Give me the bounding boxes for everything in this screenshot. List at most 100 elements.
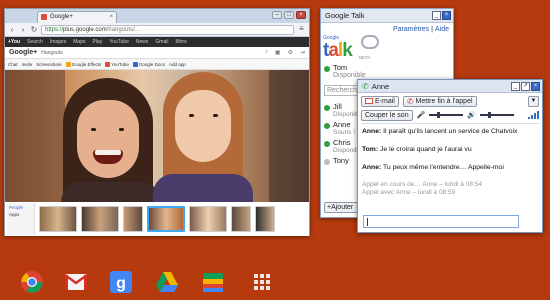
gmail-icon[interactable]: [64, 270, 88, 294]
talk-window-controls: _ ×: [432, 11, 451, 20]
gbar-item[interactable]: Gmail: [155, 39, 168, 45]
app-shelf: g: [0, 262, 550, 300]
gbar-item[interactable]: Images: [50, 39, 66, 45]
online-status-icon: [324, 105, 330, 111]
chat-window-controls: _ ↗ ×: [511, 82, 540, 91]
hangout-chat-button[interactable]: Chat: [8, 62, 18, 67]
camera-icon[interactable]: ▣: [275, 49, 281, 56]
chat-message: Tom: Je le croirai quand je l'aurai vu: [362, 145, 538, 154]
wrench-icon[interactable]: ≡: [297, 25, 306, 34]
chat-message-input[interactable]: [363, 215, 519, 228]
drive-icon[interactable]: [155, 270, 179, 294]
close-tab-icon[interactable]: ×: [109, 12, 113, 22]
reload-icon[interactable]: ↻: [30, 25, 38, 34]
gplus-page-title: Hangouts: [41, 49, 63, 56]
participant-thumbnail-active[interactable]: [147, 206, 185, 232]
gbar-item[interactable]: YouTube: [109, 39, 129, 45]
address-bar[interactable]: https://plus.google.com/hangouts/...: [41, 24, 294, 35]
web-store-icon[interactable]: [201, 270, 225, 294]
chat-window: ✆ Anne _ ↗ × E-mail ✆ Mettre fin à l'app…: [357, 79, 543, 233]
talk-logo-beta: BETA: [359, 55, 371, 60]
google-search-icon[interactable]: g: [109, 270, 133, 294]
chat-contact-name: Anne: [371, 81, 390, 91]
add-contact-button[interactable]: +Ajouter: [324, 202, 358, 213]
exit-icon[interactable]: ⇥: [300, 49, 305, 56]
gplus-logo[interactable]: Google+: [9, 49, 37, 56]
talk-title-bar: Google Talk _ ×: [321, 9, 453, 23]
popout-icon[interactable]: ↗: [521, 82, 530, 91]
speaker-volume-slider[interactable]: [480, 112, 515, 118]
settings-icon[interactable]: ⚙: [288, 49, 293, 56]
settings-link[interactable]: Paramètres: [393, 26, 429, 33]
minimize-icon[interactable]: _: [432, 11, 441, 20]
message-sender: Tom:: [362, 146, 379, 153]
talk-title: Google Talk: [325, 11, 365, 20]
gbar-item[interactable]: +You: [8, 39, 20, 45]
hangout-docs-button[interactable]: Google Docs: [132, 61, 165, 67]
strip-apps-tab[interactable]: Apps: [9, 212, 32, 217]
mic-icon[interactable]: ♪: [265, 49, 268, 56]
chrome-icon[interactable]: [20, 270, 44, 294]
app-launcher-icon[interactable]: [251, 271, 273, 293]
minimize-icon[interactable]: –: [272, 11, 282, 19]
browser-tab[interactable]: Google+ ×: [37, 11, 117, 23]
forward-icon[interactable]: ›: [19, 25, 27, 34]
hangout-youtube-button[interactable]: YouTube: [105, 61, 129, 67]
participant-thumbnail[interactable]: [81, 206, 119, 232]
gbar-item[interactable]: Maps: [73, 39, 85, 45]
minimize-icon[interactable]: _: [511, 82, 520, 91]
gbar-item[interactable]: Play: [92, 39, 102, 45]
video-feed: [5, 70, 309, 202]
back-icon[interactable]: ‹: [8, 25, 16, 34]
hangout-invite-button[interactable]: Invite: [22, 62, 33, 67]
hangout-screenshare-button[interactable]: Screenshare: [36, 62, 62, 67]
call-controls: Couper le son 🎤 🔊: [358, 109, 542, 121]
gbar-item[interactable]: More: [175, 39, 186, 45]
gbar-item[interactable]: Search: [27, 39, 43, 45]
my-status-text[interactable]: Disponible: [333, 72, 453, 79]
browser-tabbar: Google+ × – □ ×: [5, 9, 309, 23]
participant-thumbnail[interactable]: [255, 206, 275, 232]
url-scheme: https://: [45, 26, 64, 33]
strip-people-tab[interactable]: People: [9, 205, 32, 210]
gplus-header-icons: ♪ ▣ ⚙ ⇥: [265, 49, 305, 56]
close-icon[interactable]: ×: [442, 11, 451, 20]
docs-icon: [132, 61, 138, 67]
chat-title-bar: ✆ Anne _ ↗ ×: [358, 80, 542, 93]
participant-thumbnail[interactable]: [39, 206, 77, 232]
svg-text:g: g: [116, 275, 126, 292]
chat-message: Anne: Il paraît qu'ils lancent un servic…: [362, 127, 538, 136]
gplus-header: Google+ Hangouts ♪ ▣ ⚙ ⇥: [5, 47, 309, 59]
mail-icon: [365, 98, 373, 104]
hangout-add-app-button[interactable]: Add app: [169, 62, 186, 67]
message-text: Tu peux même l'entendre… Appelle-moi: [383, 164, 504, 171]
mic-volume-slider[interactable]: [429, 112, 464, 118]
chat-transcript: Anne: Il paraît qu'ils lancent un servic…: [361, 123, 539, 197]
gbar-item[interactable]: News: [136, 39, 149, 45]
call-log-line: Appel avec Anne – lundi à 08:59: [362, 189, 456, 196]
participant-strip: People Apps: [5, 202, 309, 236]
chevron-down-icon[interactable]: ▼: [528, 95, 539, 107]
close-icon[interactable]: ×: [296, 11, 306, 19]
url-path: /hangouts/...: [106, 26, 140, 33]
participant-thumbnail[interactable]: [231, 206, 251, 232]
close-icon[interactable]: ×: [531, 82, 540, 91]
browser-window: Google+ × – □ × ‹ › ↻ https://plus.googl…: [4, 8, 310, 236]
participant-thumbnail[interactable]: [123, 206, 143, 232]
effects-icon: [65, 61, 71, 67]
hangout-effects-button[interactable]: Google Effects: [65, 61, 101, 67]
maximize-icon[interactable]: □: [284, 11, 294, 19]
message-text: Il paraît qu'ils lancent un service de C…: [383, 128, 518, 135]
message-sender: Anne:: [362, 164, 382, 171]
help-link[interactable]: Aide: [435, 26, 449, 33]
end-call-button[interactable]: ✆ Mettre fin à l'appel: [402, 95, 477, 107]
browser-window-controls: – □ ×: [272, 11, 306, 19]
talk-logo: Google talk BETA: [321, 35, 453, 63]
talk-links: Paramètres | Aide: [392, 25, 449, 33]
email-button[interactable]: E-mail: [361, 95, 399, 107]
mute-button[interactable]: Couper le son: [361, 109, 413, 121]
youtube-icon: [105, 61, 111, 67]
message-sender: Anne:: [362, 128, 382, 135]
participant-thumbnail[interactable]: [189, 206, 227, 232]
text-caret: [367, 218, 368, 226]
